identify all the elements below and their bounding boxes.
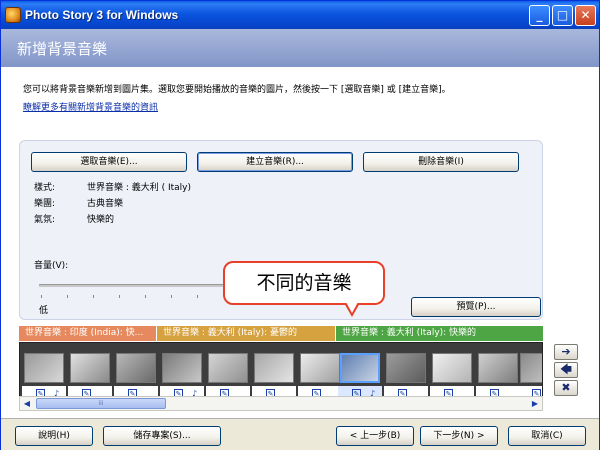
slider-tick <box>93 295 94 298</box>
thumbnail-image <box>254 353 294 383</box>
delete-music-button[interactable]: 刪除音樂(I) <box>363 152 519 172</box>
mood-value: 快樂的 <box>87 215 115 225</box>
maximize-button[interactable]: □ <box>552 5 573 26</box>
next-button[interactable]: 下一步(N) > <box>420 426 498 446</box>
scroll-thumb[interactable]: iii <box>36 398 166 409</box>
music-band-italy-melancholy[interactable]: 世界音樂 : 義大利 (Italy): 憂鬱的 <box>157 326 335 341</box>
thumbnail-image <box>340 353 380 383</box>
back-button[interactable]: < 上一步(B) <box>336 426 414 446</box>
callout-bubble: 不同的音樂 <box>223 261 385 305</box>
callout-pointer-fill <box>346 302 358 313</box>
music-band-india[interactable]: 世界音樂 : 印度 (India): 快... <box>19 326 156 341</box>
slider-tick <box>145 295 146 298</box>
instructions-text: 您可以將背景音樂新增到圖片集。選取您要開始播放的音樂的圖片，然後按一下 [選取音… <box>23 85 451 95</box>
thumbnail-image <box>300 353 340 383</box>
close-button[interactable]: ✕ <box>575 5 596 26</box>
app-window: Photo Story 3 for Windows _ □ ✕ 新增背景音樂 您… <box>0 0 600 450</box>
thumbnail-image <box>208 353 248 383</box>
slider-tick <box>171 295 172 298</box>
preview-button[interactable]: 預覽(P)... <box>411 297 541 317</box>
select-music-button[interactable]: 選取音樂(E)... <box>31 152 187 172</box>
filmstrip-scrollbar[interactable]: ◀ iii ▶ <box>19 396 543 411</box>
slider-tick <box>119 295 120 298</box>
style-value: 世界音樂 : 義大利 ( Italy) <box>87 183 192 193</box>
thumbnail-image <box>386 353 426 383</box>
volume-slider[interactable] <box>39 284 229 287</box>
scroll-right-arrow-icon[interactable]: ▶ <box>528 397 542 410</box>
thumbnail-image <box>116 353 156 383</box>
volume-low-label: 低 <box>39 306 49 316</box>
slider-tick <box>197 295 198 298</box>
band-value: 古典音樂 <box>87 199 124 209</box>
volume-label: 音量(V): <box>34 261 69 271</box>
save-project-button[interactable]: 儲存專案(S)... <box>103 426 221 446</box>
minimize-button[interactable]: _ <box>529 5 550 26</box>
thumbnail-image <box>432 353 472 383</box>
create-music-button[interactable]: 建立音樂(R)... <box>197 152 353 172</box>
band-label: 樂團: <box>34 199 56 209</box>
move-left-button[interactable]: 🡄 <box>554 362 578 378</box>
music-bands: 世界音樂 : 印度 (India): 快... 世界音樂 : 義大利 (Ital… <box>19 326 543 341</box>
cancel-button[interactable]: 取消(C) <box>508 426 586 446</box>
thumbnail-image <box>24 353 64 383</box>
learn-more-link[interactable]: 瞭解更多有關新增背景音樂的資訊 <box>23 100 158 113</box>
mood-label: 氣氛: <box>34 215 56 225</box>
move-right-button[interactable]: ➔ <box>554 344 578 360</box>
window-title: Photo Story 3 for Windows <box>25 8 179 22</box>
thumbnail-image <box>520 353 542 383</box>
help-button[interactable]: 說明(H) <box>15 426 93 446</box>
scroll-left-arrow-icon[interactable]: ◀ <box>20 397 34 410</box>
remove-button[interactable]: ✖ <box>554 380 578 396</box>
page-title: 新增背景音樂 <box>17 40 108 58</box>
slider-tick <box>41 295 42 298</box>
thumbnail-image <box>162 353 202 383</box>
style-label: 樣式: <box>34 183 56 193</box>
music-band-italy-happy[interactable]: 世界音樂 : 義大利 (Italy): 快樂的 <box>336 326 543 341</box>
title-bar: Photo Story 3 for Windows _ □ ✕ <box>1 1 599 29</box>
page-header: 新增背景音樂 <box>1 29 599 67</box>
thumbnail-image <box>478 353 518 383</box>
slider-tick <box>67 295 68 298</box>
thumbnail-image <box>70 353 110 383</box>
photo-story-app-icon <box>5 7 21 23</box>
